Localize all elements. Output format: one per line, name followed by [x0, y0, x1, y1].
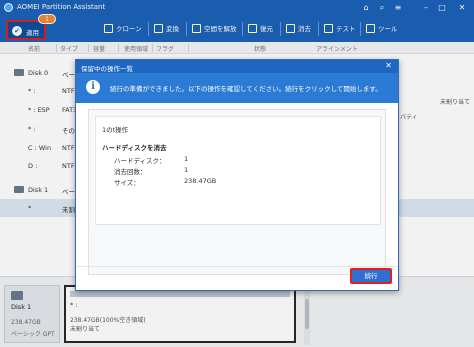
dialog-title-bar: 保留中の操作一覧 ✕ — [76, 60, 398, 73]
detail-label: サイズ： — [114, 179, 140, 187]
operation-item: 1のt操作 ハードディスクを消去 ハードディスク： 1 消去回数： 1 サイズ：… — [95, 116, 381, 225]
detail-label: 消去回数： — [114, 168, 147, 176]
pending-operations-dialog: 保留中の操作一覧 ✕ i 続行の準備ができました。以下の操作を確認してください。… — [75, 59, 399, 291]
dialog-divider — [76, 266, 398, 267]
dialog-info-banner: i 続行の準備ができました。以下の操作を確認してください。続行をクリックして開始… — [76, 73, 398, 103]
detail-value: 238.47GB — [184, 177, 217, 185]
continue-button[interactable]: 続行 — [350, 268, 392, 284]
info-icon: i — [86, 80, 100, 94]
detail-label: ハードディスク： — [114, 157, 166, 165]
dialog-close-icon[interactable]: ✕ — [385, 61, 392, 70]
operation-header: ハードディスクを消去 — [102, 144, 167, 152]
operations-list: 1のt操作 ハードディスクを消去 ハードディスク： 1 消去回数： 1 サイズ：… — [88, 109, 386, 275]
detail-value: 1 — [184, 166, 189, 174]
dialog-message: 続行の準備ができました。以下の操作を確認してください。続行をクリックして開始しま… — [110, 85, 382, 93]
detail-value: 1 — [184, 155, 189, 163]
dialog-title: 保留中の操作一覧 — [81, 65, 133, 73]
operation-count: 1のt操作 — [102, 126, 129, 134]
